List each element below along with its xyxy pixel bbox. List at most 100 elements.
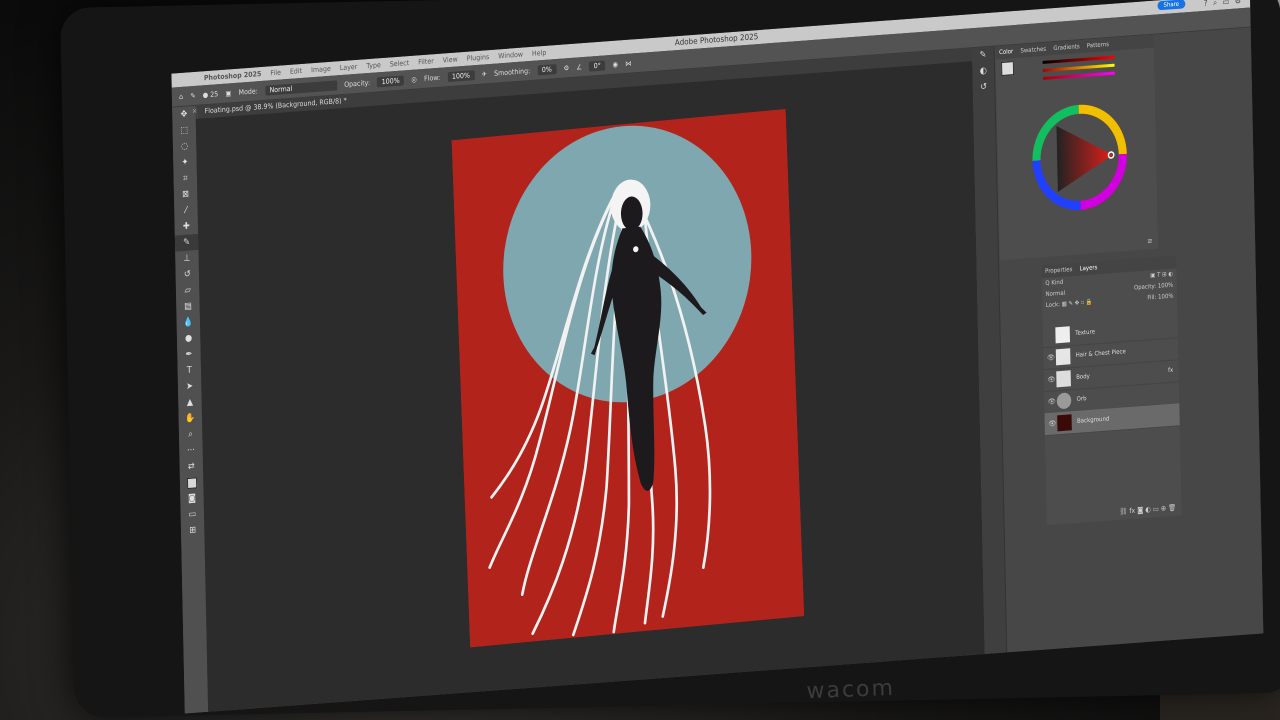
lock-icons[interactable]: ▦ ✎ ✥ ⌗ 🔒 xyxy=(1062,299,1093,308)
new-group-icon[interactable]: ▭ xyxy=(1153,505,1159,513)
settings-icon[interactable]: ⚙ xyxy=(1235,0,1242,7)
gradient-tool-icon[interactable]: ▤ xyxy=(176,298,200,316)
adjustment-layer-icon[interactable]: ◐ xyxy=(1145,506,1151,514)
menu-app[interactable]: Photoshop 2025 xyxy=(204,70,262,82)
hand-tool-icon[interactable]: ✋ xyxy=(178,410,202,428)
add-mask-icon[interactable]: ◙ xyxy=(1137,506,1143,514)
color-triangle xyxy=(1056,126,1113,193)
history-brush-tool-icon[interactable]: ↺ xyxy=(175,266,199,284)
pressure-size-icon[interactable]: ◉ xyxy=(612,60,618,68)
history-panel-icon[interactable]: ↺ xyxy=(973,79,995,97)
search-icon[interactable]: ⌕ xyxy=(1213,0,1217,8)
menu-edit[interactable]: Edit xyxy=(290,67,302,76)
screen-mode-icon[interactable]: ▭ xyxy=(180,506,204,524)
dodge-tool-icon[interactable]: ● xyxy=(177,330,201,348)
airbrush-icon[interactable]: ✈ xyxy=(481,70,486,78)
brush-panel-icon[interactable]: ✎ xyxy=(972,47,994,65)
angle-field[interactable]: 0° xyxy=(589,59,606,72)
tab-color[interactable]: Color xyxy=(999,48,1013,56)
smoothing-field[interactable]: 0% xyxy=(537,63,557,75)
visibility-icon[interactable]: 👁 xyxy=(1048,419,1056,428)
layers-footer: ⛓ fx ◙ ◐ ▭ ⊕ 🗑 xyxy=(1047,503,1182,521)
smoothing-options-icon[interactable]: ⚙ xyxy=(563,64,569,72)
marquee-tool-icon[interactable]: ⬚ xyxy=(172,122,196,140)
menu-view[interactable]: View xyxy=(443,55,458,64)
menu-help[interactable]: Help xyxy=(532,49,547,58)
tab-swatches[interactable]: Swatches xyxy=(1020,46,1046,55)
mode-select[interactable]: Normal xyxy=(264,79,338,96)
menu-type[interactable]: Type xyxy=(366,61,381,70)
layer-name: Background xyxy=(1077,415,1110,425)
zoom-tool-icon[interactable]: ⌕ xyxy=(179,426,203,444)
pressure-opacity-icon[interactable]: ◎ xyxy=(411,75,417,83)
adjustments-panel-icon[interactable]: ◐ xyxy=(972,63,994,81)
visibility-icon[interactable]: 👁 xyxy=(1048,397,1056,406)
menu-plugins[interactable]: Plugins xyxy=(467,53,490,63)
eyedropper-tool-icon[interactable]: ⁄ xyxy=(174,202,198,220)
healing-tool-icon[interactable]: ✚ xyxy=(174,218,198,236)
eraser-tool-icon[interactable]: ▱ xyxy=(176,282,200,300)
workspace-icon[interactable]: ▭ xyxy=(1222,0,1229,8)
brush-tool-icon[interactable]: ✎ xyxy=(174,233,199,252)
brush-size: 25 xyxy=(210,89,219,99)
brush-preset-picker[interactable]: ● 25 xyxy=(203,90,219,99)
new-layer-icon[interactable]: ⊕ xyxy=(1161,504,1166,512)
red-slider[interactable] xyxy=(1042,55,1115,64)
color-swatches[interactable] xyxy=(180,474,204,492)
trash-icon[interactable]: 🗑 xyxy=(1168,504,1176,513)
symmetry-icon[interactable]: ⋈ xyxy=(625,59,631,67)
type-tool-icon[interactable]: T xyxy=(177,362,201,380)
blue-slider[interactable] xyxy=(1042,71,1115,80)
menu-file[interactable]: File xyxy=(270,69,281,78)
tab-gradients[interactable]: Gradients xyxy=(1053,43,1079,52)
canvas-area[interactable] xyxy=(195,61,985,712)
menu-window[interactable]: Window xyxy=(498,51,523,61)
layer-filter-kind[interactable]: Q Kind xyxy=(1045,279,1063,287)
layer-thumbnail xyxy=(1056,370,1071,388)
clone-stamp-tool-icon[interactable]: ⊥ xyxy=(175,250,199,268)
color-wheel[interactable] xyxy=(1029,99,1130,216)
menu-image[interactable]: Image xyxy=(311,65,331,74)
panel-menu-icon[interactable]: ≡ xyxy=(1147,237,1152,245)
home-icon[interactable]: ⌂ xyxy=(179,92,183,100)
path-selection-tool-icon[interactable]: ➤ xyxy=(178,378,202,396)
tab-properties[interactable]: Properties xyxy=(1045,266,1072,275)
angle-icon[interactable]: ∠ xyxy=(576,63,582,71)
more-tools-icon[interactable]: ··· xyxy=(179,442,203,460)
link-layers-icon[interactable]: ⛓ xyxy=(1119,507,1127,516)
menu-select[interactable]: Select xyxy=(390,59,410,68)
blur-tool-icon[interactable]: 💧 xyxy=(176,314,200,332)
visibility-icon[interactable]: 👁 xyxy=(1047,353,1055,362)
menu-filter[interactable]: Filter xyxy=(418,57,434,66)
menu-layer[interactable]: Layer xyxy=(340,63,358,72)
share-button[interactable]: Share xyxy=(1157,0,1186,11)
pen-tool-icon[interactable]: ✒ xyxy=(177,346,201,364)
fill-field[interactable]: 100% xyxy=(1158,293,1174,301)
lock-label: Lock: xyxy=(1045,301,1061,310)
close-icon[interactable]: × xyxy=(192,107,197,115)
flow-field[interactable]: 100% xyxy=(447,69,475,82)
tab-patterns[interactable]: Patterns xyxy=(1087,41,1109,50)
frame-tool-icon[interactable]: ⊠ xyxy=(174,186,198,204)
layer-opacity-field[interactable]: 100% xyxy=(1158,282,1174,290)
layer-blend-mode[interactable]: Normal xyxy=(1046,290,1066,298)
brush-tool-icon[interactable]: ✎ xyxy=(190,91,195,99)
tab-layers[interactable]: Layers xyxy=(1080,264,1098,272)
opacity-field[interactable]: 100% xyxy=(377,74,405,87)
crop-tool-icon[interactable]: ⌗ xyxy=(173,170,197,188)
magic-wand-tool-icon[interactable]: ✦ xyxy=(173,154,197,172)
lasso-tool-icon[interactable]: ◌ xyxy=(173,138,197,156)
brush-settings-icon[interactable]: ▣ xyxy=(225,89,231,97)
green-slider[interactable] xyxy=(1042,63,1115,72)
add-style-icon[interactable]: fx xyxy=(1129,507,1135,515)
filter-icons[interactable]: ▣ T ⊞ ◐ xyxy=(1150,271,1173,280)
shape-tool-icon[interactable]: ▲ xyxy=(178,394,202,412)
fg-bg-swatch[interactable] xyxy=(1001,61,1015,77)
layer-effects-icon[interactable]: fx xyxy=(1168,367,1173,374)
artboard[interactable] xyxy=(451,108,805,648)
help-icon[interactable]: ? xyxy=(1204,0,1208,9)
visibility-icon[interactable]: 👁 xyxy=(1047,375,1055,384)
swap-colors-icon[interactable]: ⇄ xyxy=(179,458,203,476)
generative-icon[interactable]: ⊞ xyxy=(181,522,205,540)
quick-mask-icon[interactable]: ◙ xyxy=(180,490,204,508)
